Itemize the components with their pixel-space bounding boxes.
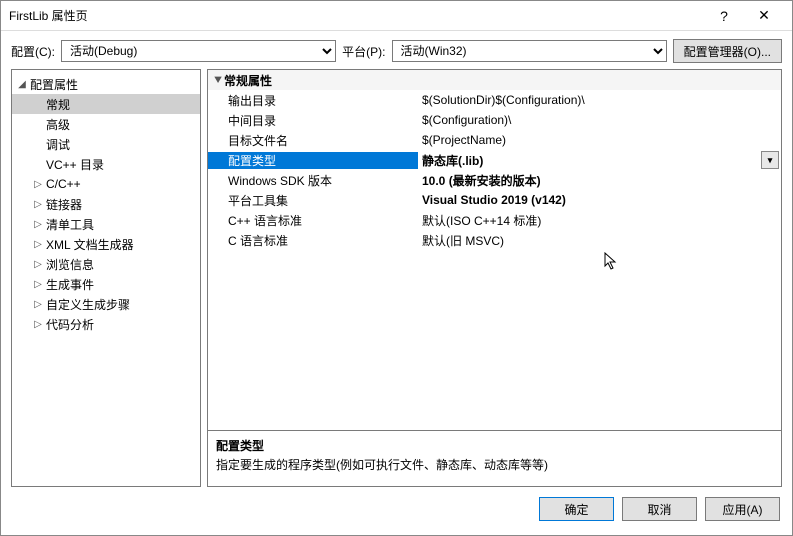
collapse-icon: ◢: [16, 79, 28, 90]
tree-item[interactable]: 高级: [12, 114, 200, 134]
desc-text: 指定要生成的程序类型(例如可执行文件、静态库、动态库等等): [216, 456, 773, 473]
tree-item-label: XML 文档生成器: [44, 236, 134, 253]
property-name: 中间目录: [208, 112, 418, 129]
tree-item[interactable]: ▷XML 文档生成器: [12, 234, 200, 254]
config-manager-button[interactable]: 配置管理器(O)...: [673, 39, 782, 63]
property-row[interactable]: C 语言标准默认(旧 MSVC): [208, 230, 781, 250]
ok-button[interactable]: 确定: [539, 497, 614, 521]
expand-icon: ▷: [32, 239, 44, 250]
expand-icon: ▷: [32, 299, 44, 310]
tree-item-label: 常规: [44, 96, 70, 113]
tree-item-label: 代码分析: [44, 316, 94, 333]
tree-item-label: 自定义生成步骤: [44, 296, 130, 313]
property-row[interactable]: 中间目录$(Configuration)\: [208, 110, 781, 130]
property-row[interactable]: 配置类型静态库(.lib)▾: [208, 150, 781, 170]
property-value[interactable]: $(Configuration)\: [418, 113, 781, 127]
expand-icon: ▷: [32, 319, 44, 330]
tree-item-label: 清单工具: [44, 216, 94, 233]
button-row: 确定 取消 应用(A): [1, 487, 792, 531]
chevron-down-icon[interactable]: ▾: [761, 151, 779, 169]
tree-item-label: 高级: [44, 116, 70, 133]
expand-icon: ▷: [32, 279, 44, 290]
expand-icon: ▷: [32, 199, 44, 210]
property-name: 平台工具集: [208, 192, 418, 209]
property-row[interactable]: Windows SDK 版本10.0 (最新安装的版本): [208, 170, 781, 190]
config-select[interactable]: 活动(Debug): [61, 40, 336, 62]
property-value[interactable]: 默认(ISO C++14 标准): [418, 212, 781, 229]
property-name: Windows SDK 版本: [208, 172, 418, 189]
tree-item[interactable]: 调试: [12, 134, 200, 154]
tree-item[interactable]: VC++ 目录: [12, 154, 200, 174]
tree-item[interactable]: ▷自定义生成步骤: [12, 294, 200, 314]
group-header[interactable]: ⯆ 常规属性: [208, 70, 781, 90]
cancel-button[interactable]: 取消: [622, 497, 697, 521]
close-button[interactable]: ✕: [744, 7, 784, 24]
tree-item-label: 链接器: [44, 196, 82, 213]
property-row[interactable]: 平台工具集Visual Studio 2019 (v142): [208, 190, 781, 210]
tree-item[interactable]: ▷清单工具: [12, 214, 200, 234]
tree-item-label: C/C++: [44, 177, 81, 191]
platform-label: 平台(P):: [342, 43, 385, 60]
tree-item[interactable]: 常规: [12, 94, 200, 114]
main-area: ◢ 配置属性 常规高级调试VC++ 目录▷C/C++▷链接器▷清单工具▷XML …: [1, 69, 792, 487]
property-value[interactable]: $(ProjectName): [418, 133, 781, 147]
titlebar: FirstLib 属性页 ? ✕: [1, 1, 792, 31]
tree-item[interactable]: ▷生成事件: [12, 274, 200, 294]
property-value[interactable]: Visual Studio 2019 (v142): [418, 193, 781, 207]
apply-button[interactable]: 应用(A): [705, 497, 780, 521]
property-value[interactable]: 默认(旧 MSVC): [418, 232, 781, 249]
tree-item[interactable]: ▷浏览信息: [12, 254, 200, 274]
tree-root[interactable]: ◢ 配置属性: [12, 74, 200, 94]
window-title: FirstLib 属性页: [9, 7, 704, 24]
tree-item[interactable]: ▷代码分析: [12, 314, 200, 334]
platform-select[interactable]: 活动(Win32): [392, 40, 667, 62]
expand-icon: ▷: [32, 259, 44, 270]
property-value[interactable]: 静态库(.lib)▾: [418, 151, 781, 169]
tree-item-label: 浏览信息: [44, 256, 94, 273]
property-row[interactable]: 目标文件名$(ProjectName): [208, 130, 781, 150]
tree-item[interactable]: ▷链接器: [12, 194, 200, 214]
help-button[interactable]: ?: [704, 8, 744, 24]
property-name: 配置类型: [208, 152, 418, 169]
tree-item[interactable]: ▷C/C++: [12, 174, 200, 194]
property-row[interactable]: C++ 语言标准默认(ISO C++14 标准): [208, 210, 781, 230]
expand-icon: ▷: [32, 219, 44, 230]
tree-item-label: 生成事件: [44, 276, 94, 293]
property-name: C++ 语言标准: [208, 212, 418, 229]
property-value[interactable]: 10.0 (最新安装的版本): [418, 172, 781, 189]
right-column: ⯆ 常规属性 输出目录$(SolutionDir)$(Configuration…: [207, 69, 782, 487]
collapse-icon: ⯆: [212, 73, 224, 88]
tree-item-label: 调试: [44, 136, 70, 153]
tree-item-label: VC++ 目录: [44, 156, 104, 173]
config-label: 配置(C):: [11, 43, 55, 60]
property-name: 目标文件名: [208, 132, 418, 149]
config-row: 配置(C): 活动(Debug) 平台(P): 活动(Win32) 配置管理器(…: [1, 31, 792, 69]
property-name: 输出目录: [208, 92, 418, 109]
description-box: 配置类型 指定要生成的程序类型(例如可执行文件、静态库、动态库等等): [207, 431, 782, 487]
property-name: C 语言标准: [208, 232, 418, 249]
property-row[interactable]: 输出目录$(SolutionDir)$(Configuration)\: [208, 90, 781, 110]
property-value[interactable]: $(SolutionDir)$(Configuration)\: [418, 93, 781, 107]
desc-title: 配置类型: [216, 437, 773, 454]
property-grid: ⯆ 常规属性 输出目录$(SolutionDir)$(Configuration…: [207, 69, 782, 431]
expand-icon: ▷: [32, 179, 44, 190]
tree-panel: ◢ 配置属性 常规高级调试VC++ 目录▷C/C++▷链接器▷清单工具▷XML …: [11, 69, 201, 487]
